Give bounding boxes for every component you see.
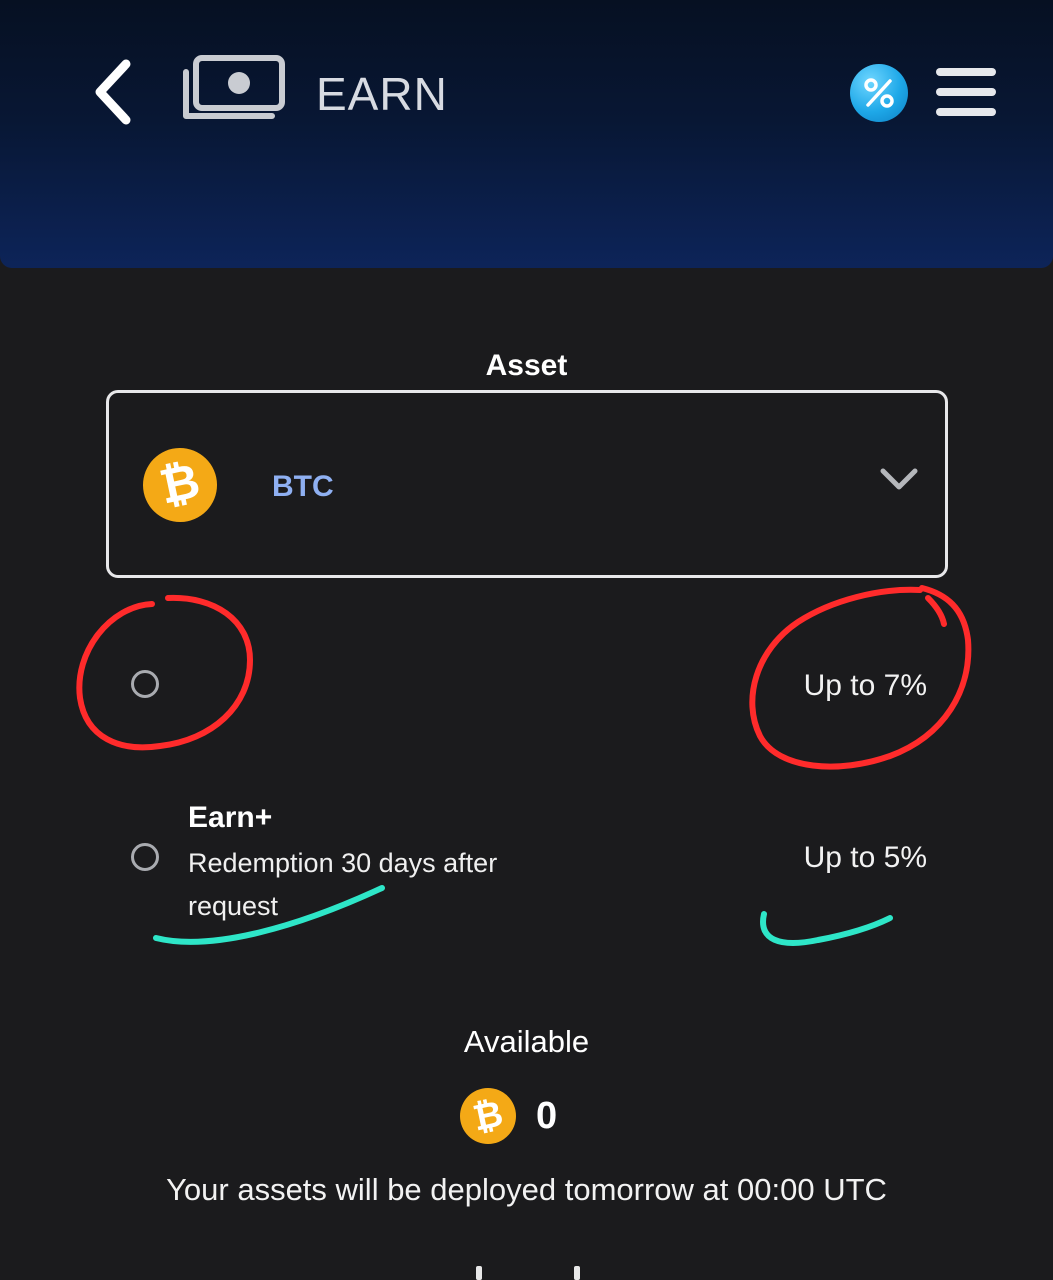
option-radio-1[interactable] [131,670,159,698]
option-radio-2[interactable] [131,843,159,871]
option-rate-1: Up to 7% [803,669,927,702]
available-balance: 0 [536,1095,558,1137]
cash-stack-icon [183,55,285,119]
page-title: EARN [316,68,448,120]
deploy-note: Your assets will be deployed tomorrow at… [166,1172,887,1207]
asset-label: Asset [485,349,568,382]
earn-screen: EARN Asset ₿ BTC Up to 7% Earn+ Redempti… [0,0,1053,1280]
option-description-2: Redemption 30 days after request [188,848,498,921]
teal-underline-annotation [760,911,893,946]
bitcoin-icon: ₿ [454,1082,522,1150]
hamburger-menu-icon[interactable] [936,68,996,116]
chevron-down-icon [880,468,918,490]
available-label: Available [463,1024,590,1059]
back-button[interactable] [88,56,144,128]
bitcoin-icon: ₿ [136,441,224,529]
cutoff-text [470,1266,590,1280]
option-rate-2: Up to 5% [803,841,927,874]
option-title-2: Earn+ [188,801,273,834]
header: EARN [0,0,1053,268]
percent-icon [864,78,894,108]
asset-dropdown[interactable]: ₿ BTC [106,390,948,578]
chevron-left-icon [95,59,131,125]
selected-asset: BTC [272,470,334,503]
red-circle-annotation [76,594,254,751]
promo-button[interactable] [850,64,908,122]
